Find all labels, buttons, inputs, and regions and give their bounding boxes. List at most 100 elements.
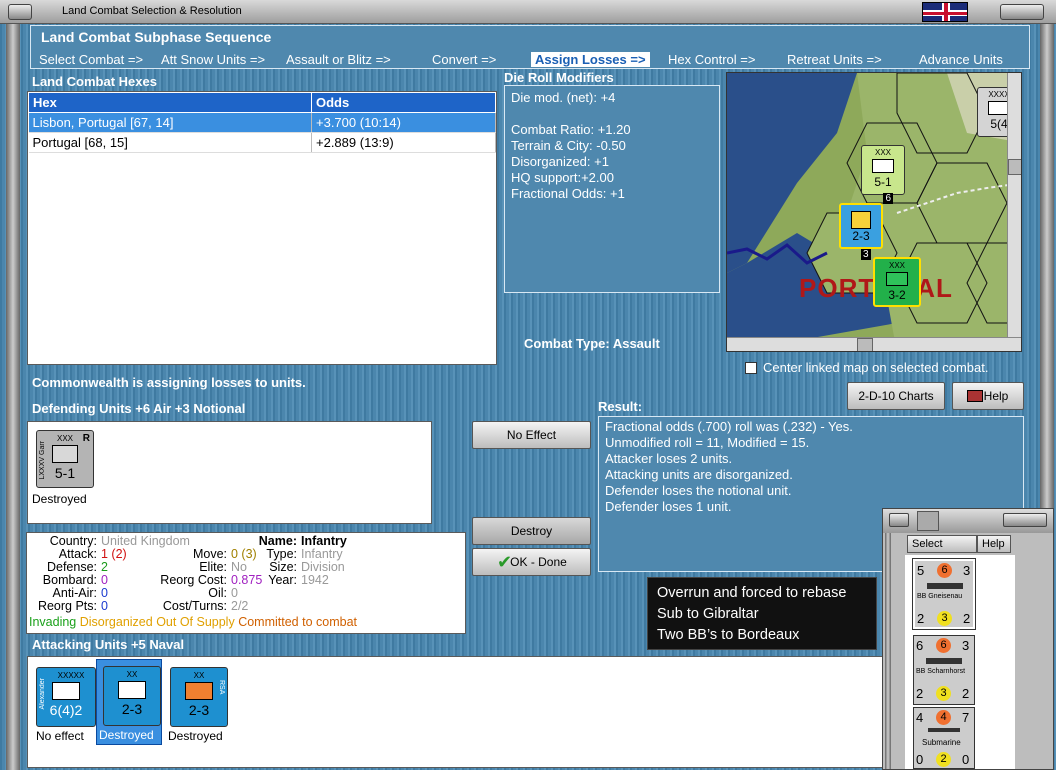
map-unit-counter-selected[interactable]: 6 2-3 (839, 193, 893, 249)
counter-size: XX (126, 670, 138, 679)
ship-stat: 2 (963, 611, 971, 626)
ship-counter[interactable]: 6 6 3 BB Scharnhorst 2 3 2 (913, 635, 975, 705)
ship-stat: 5 (917, 563, 925, 578)
subphase-heading: Land Combat Subphase Sequence (41, 29, 272, 45)
cost-turns-value: 2/2 (231, 599, 249, 613)
ship-stat: 2 (936, 752, 951, 767)
unit-info-panel: Country: United Kingdom Attack: 1 (2) De… (26, 532, 466, 634)
odds-cell: +2.889 (13:9) (311, 132, 496, 153)
ship-stat: 2 (962, 686, 970, 701)
step-retreat-units: Retreat Units => (787, 52, 882, 67)
defending-units-panel: XXX R LXXXV Garr 5-1 Destroyed (27, 421, 432, 524)
attacking-unit-slot[interactable]: XX RSA 2-3 Destroyed (164, 659, 230, 745)
unit-status-flags: Invading Disorganized Out Of Supply Comm… (29, 616, 357, 629)
naval-panel-close-button[interactable] (1003, 513, 1047, 527)
attacking-unit-slot[interactable]: XXXXX Alexander 6(4)2 No effect (30, 659, 96, 745)
table-row[interactable]: Lisbon, Portugal [67, 14] +3.700 (10:14) (28, 112, 496, 133)
counter-size: XXXXX (57, 671, 85, 680)
map-unit-counter[interactable]: 3 XXX 3-2 (861, 249, 921, 307)
infantry-symbol-icon (872, 159, 894, 173)
help-button[interactable]: Help (952, 382, 1024, 410)
year-label: Year: (268, 573, 297, 587)
ship-stat: 6 (916, 638, 924, 653)
naval-units-panel: Select Help 5 6 3 BB Gneisenau 2 3 2 6 6… (882, 508, 1054, 770)
horizontal-scroll-thumb[interactable] (857, 338, 873, 351)
ship-stat: 7 (962, 710, 970, 725)
step-att-snow-units: Att Snow Units => (161, 52, 266, 67)
infantry-symbol-icon (118, 681, 146, 699)
close-button[interactable] (1000, 4, 1044, 20)
counter-name: RSA (218, 680, 225, 695)
ship-stat: 6 (937, 563, 952, 578)
hex-cell: Portugal [68, 15] (28, 132, 312, 153)
ship-stat: 4 (936, 710, 951, 725)
modifier-line (511, 106, 713, 122)
ship-name: Submarine (922, 738, 961, 747)
result-line: Fractional odds (.700) roll was (.232) -… (605, 419, 853, 434)
window-title: Land Combat Selection & Resolution (62, 5, 242, 17)
unit-result: No effect (36, 729, 84, 743)
naval-help-button[interactable]: Help (977, 535, 1011, 553)
ship-counter[interactable]: 5 6 3 BB Gneisenau 2 3 2 (912, 558, 976, 630)
step-assign-losses: Assign Losses => (531, 52, 650, 67)
column-hex[interactable]: Hex (28, 92, 312, 113)
status-out-of-supply: Out Of Supply (156, 615, 235, 629)
attacking-unit-slot-selected[interactable]: XX 2-3 Destroyed (96, 659, 162, 745)
ship-stat: 2 (917, 611, 925, 626)
counter-name: LXXXV Garr (39, 441, 46, 480)
subphase-sequence: Land Combat Subphase Sequence Select Com… (30, 25, 1030, 69)
column-odds[interactable]: Odds (311, 92, 496, 113)
ok-done-label: OK - Done (510, 555, 567, 569)
ship-stat: 4 (916, 710, 924, 725)
note-line: Overrun and forced to rebase (657, 585, 847, 601)
vertical-scroll-thumb[interactable] (1008, 159, 1021, 175)
defending-unit-counter[interactable]: XXX R LXXXV Garr 5-1 (36, 430, 94, 488)
ship-stat: 3 (963, 563, 971, 578)
modifier-line: Combat Ratio: +1.20 (511, 122, 631, 137)
hex-cell: Lisbon, Portugal [67, 14] (28, 112, 312, 133)
combat-hexes-heading: Land Combat Hexes (32, 74, 157, 89)
modifier-line: Fractional Odds: +1 (511, 186, 625, 201)
naval-panel-scroll-area[interactable] (1017, 555, 1049, 769)
unit-result: Destroyed (168, 729, 223, 743)
counter-size: XXX (874, 148, 891, 157)
naval-panel-left-bar (885, 533, 891, 769)
step-assault-or-blitz: Assault or Blitz => (286, 52, 391, 67)
window-menu-button[interactable] (8, 4, 32, 20)
counter-strength: 2-3 (852, 229, 870, 243)
status-invading: Invading (29, 615, 77, 629)
ship-stat: 3 (936, 686, 951, 701)
ship-counter[interactable]: 4 4 7 Submarine 0 2 0 (913, 707, 975, 769)
linked-map[interactable]: PORTUGAL XXX 5-1 6 2-3 3 XXX 3-2 XXXX 5(… (726, 72, 1022, 352)
attacking-unit-counter[interactable]: XX RSA 2-3 (170, 667, 228, 727)
cross-flag-icon (917, 511, 939, 531)
counter-name: Alexander (39, 678, 46, 710)
status-line: Commonwealth is assigning losses to unit… (32, 375, 306, 390)
counter-size: XX (193, 671, 205, 680)
no-effect-button[interactable]: No Effect (472, 421, 591, 449)
combat-flash-icon (851, 211, 871, 229)
left-frame-bar (6, 24, 20, 770)
right-frame-bar (1040, 24, 1054, 510)
step-select-combat: Select Combat => (39, 52, 144, 67)
charts-button[interactable]: 2-D-10 Charts (847, 382, 945, 410)
unit-result: Destroyed (32, 492, 87, 506)
ok-done-button[interactable]: ✔ OK - Done (472, 548, 591, 576)
destroy-button[interactable]: Destroy (472, 517, 591, 545)
attacking-heading: Attacking Units +5 Naval (32, 637, 185, 652)
center-map-checkbox[interactable] (745, 362, 757, 374)
map-horizontal-scrollbar[interactable] (727, 337, 1021, 351)
table-row[interactable]: Portugal [68, 15] +2.889 (13:9) (28, 132, 496, 153)
select-button[interactable]: Select (907, 535, 977, 553)
counter-strength: 5-1 (874, 175, 892, 189)
help-button-label: Help (983, 389, 1009, 403)
attacking-unit-counter[interactable]: XX 2-3 (103, 666, 161, 726)
map-unit-counter[interactable]: XXX 5-1 (861, 145, 905, 195)
map-vertical-scrollbar[interactable] (1007, 73, 1021, 337)
result-line: Attacker loses 2 units. (605, 451, 733, 466)
result-line: Defender loses the notional unit. (605, 483, 792, 498)
stack-count: 6 (883, 193, 893, 204)
attacking-unit-counter[interactable]: XXXXX Alexander 6(4)2 (36, 667, 96, 727)
ship-stat: 0 (962, 752, 970, 767)
naval-panel-grip[interactable] (889, 513, 909, 527)
